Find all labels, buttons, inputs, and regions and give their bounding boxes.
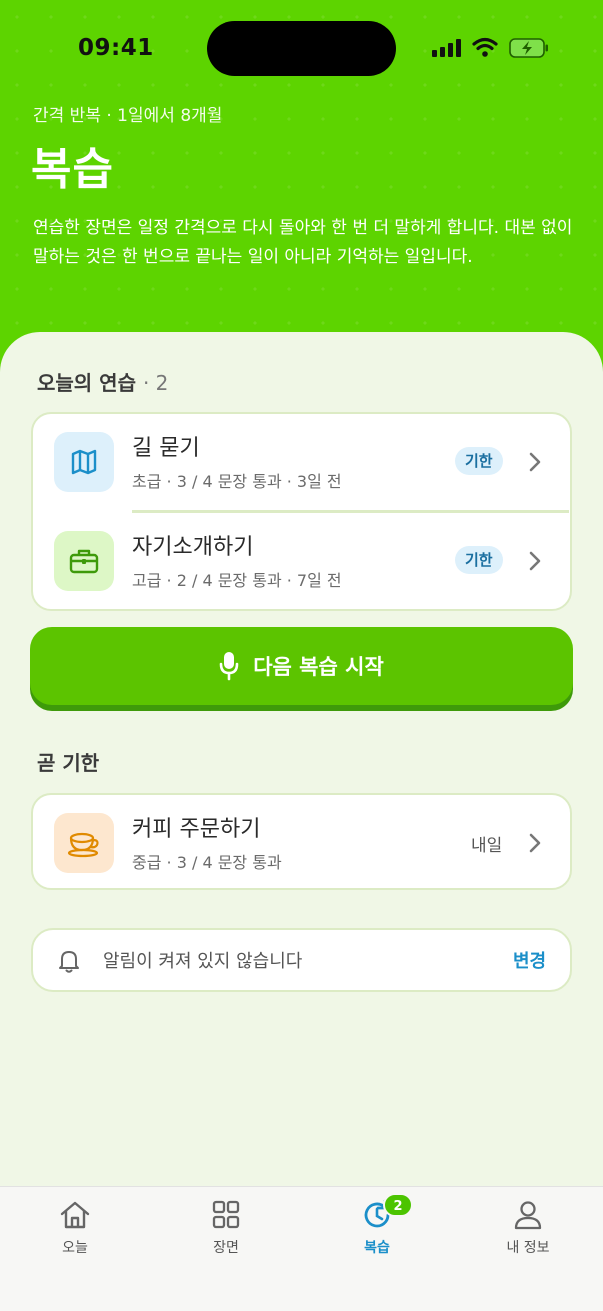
item-title: 자기소개하기 [132, 535, 254, 560]
battery-charging-icon [509, 38, 548, 58]
tab-scenes[interactable]: 장면 [151, 1187, 301, 1267]
mic-icon [219, 652, 239, 681]
list-item[interactable]: 자기소개하기 고급 · 2 / 4 문장 통과 · 7일 전 기한 [33, 513, 569, 611]
list-item[interactable]: 커피 주문하기 중급 · 3 / 4 문장 통과 내일 [33, 795, 569, 893]
map-icon [54, 432, 114, 492]
chevron-right-icon [529, 833, 541, 853]
section-count: · 2 [142, 371, 169, 395]
person-icon [514, 1201, 542, 1230]
tab-review[interactable]: 2 복습 [302, 1187, 452, 1267]
due-badge: 기한 [455, 447, 503, 475]
notification-banner: 알림이 켜져 있지 않습니다 변경 [31, 928, 572, 992]
bell-icon [59, 951, 79, 973]
item-subtitle: 고급 · 2 / 4 문장 통과 · 7일 전 [132, 571, 342, 590]
today-list-card: 길 묻기 초급 · 3 / 4 문장 통과 · 3일 전 기한 자기소개하기 고… [31, 412, 572, 611]
tab-profile[interactable]: 내 정보 [453, 1187, 603, 1267]
section-title-soon: 곧 기한 [37, 751, 100, 775]
item-subtitle: 초급 · 3 / 4 문장 통과 · 3일 전 [132, 472, 342, 491]
item-subtitle: 중급 · 3 / 4 문장 통과 [132, 853, 282, 872]
tab-label: 내 정보 [506, 1240, 550, 1256]
cellular-signal-icon [432, 38, 464, 57]
due-badge: 기한 [455, 546, 503, 574]
status-bar: 09:41 [0, 0, 603, 100]
list-item[interactable]: 길 묻기 초급 · 3 / 4 문장 통과 · 3일 전 기한 [33, 414, 569, 513]
section-title-today: 오늘의 연습 · 2 [37, 367, 168, 396]
tab-bar: 오늘 장면 2 복습 내 정보 [0, 1186, 603, 1311]
tab-label: 복습 [364, 1240, 390, 1256]
home-icon [60, 1201, 90, 1229]
section-title-text: 오늘의 연습 [37, 371, 136, 395]
due-when: 내일 [471, 836, 503, 856]
review-count-badge: 2 [383, 1193, 413, 1217]
tab-label: 장면 [213, 1240, 239, 1256]
change-notification-link[interactable]: 변경 [513, 947, 546, 973]
item-title: 길 묻기 [132, 436, 200, 461]
status-time: 09:41 [78, 35, 154, 61]
header-description: 연습한 장면은 일정 간격으로 다시 돌아와 한 번 더 말하게 합니다. 대본… [33, 218, 573, 267]
item-title: 커피 주문하기 [132, 817, 261, 842]
soon-list-card: 커피 주문하기 중급 · 3 / 4 문장 통과 내일 [31, 793, 572, 890]
tab-label: 오늘 [62, 1240, 88, 1256]
start-review-label: 다음 복습 시작 [253, 655, 384, 679]
start-review-button[interactable]: 다음 복습 시작 [30, 627, 573, 705]
header-eyebrow: 간격 반복 · 1일에서 8개월 [33, 106, 223, 126]
chevron-right-icon [529, 452, 541, 472]
chevron-right-icon [529, 551, 541, 571]
dynamic-island [207, 21, 396, 76]
briefcase-icon [54, 531, 114, 591]
page-title: 복습 [31, 144, 114, 195]
notification-text: 알림이 켜져 있지 않습니다 [103, 951, 303, 972]
wifi-icon [472, 37, 498, 57]
tab-today[interactable]: 오늘 [0, 1187, 150, 1267]
grid-icon [212, 1200, 240, 1229]
coffee-icon [54, 813, 114, 873]
